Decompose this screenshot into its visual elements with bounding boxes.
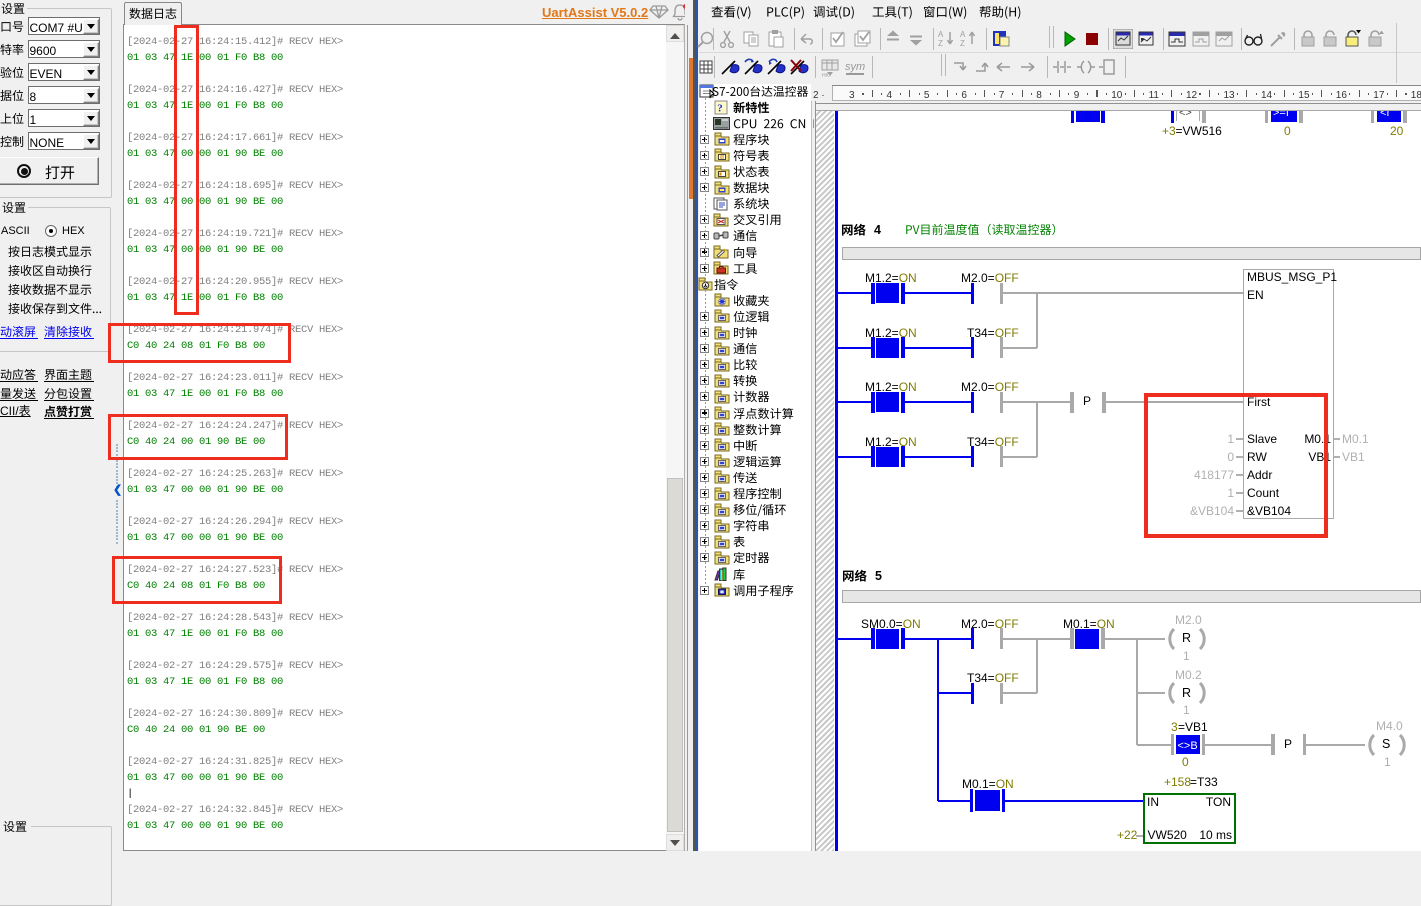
svg-text:?: ?: [717, 102, 723, 114]
svg-text:Z: Z: [960, 39, 965, 48]
svg-text:HK): HK): [822, 73, 831, 77]
svg-text:A: A: [938, 30, 944, 39]
svg-text:A: A: [960, 30, 966, 39]
svg-text:Z: Z: [938, 39, 943, 48]
